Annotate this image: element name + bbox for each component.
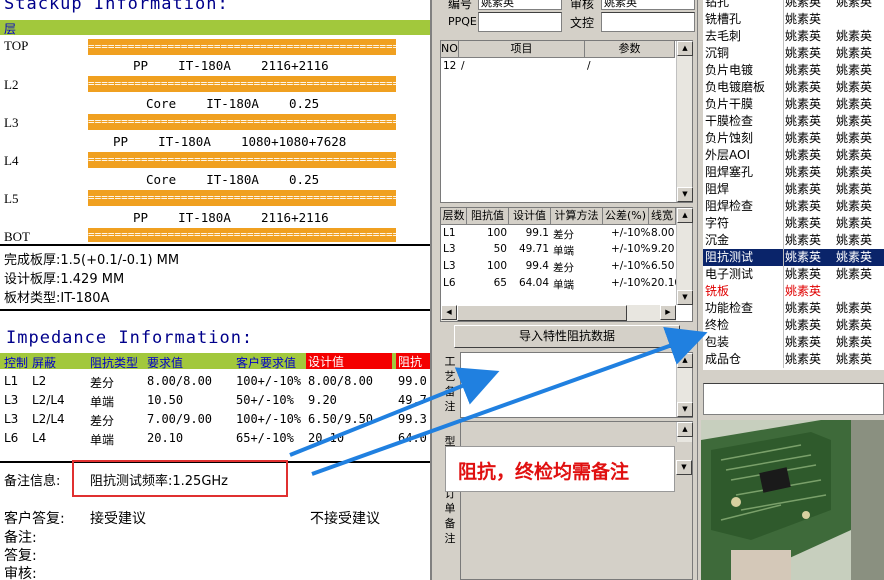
annotation-arrows	[289, 326, 708, 476]
arrow-to-final-inspection	[311, 326, 708, 476]
arrow-to-process-notes	[289, 367, 500, 457]
